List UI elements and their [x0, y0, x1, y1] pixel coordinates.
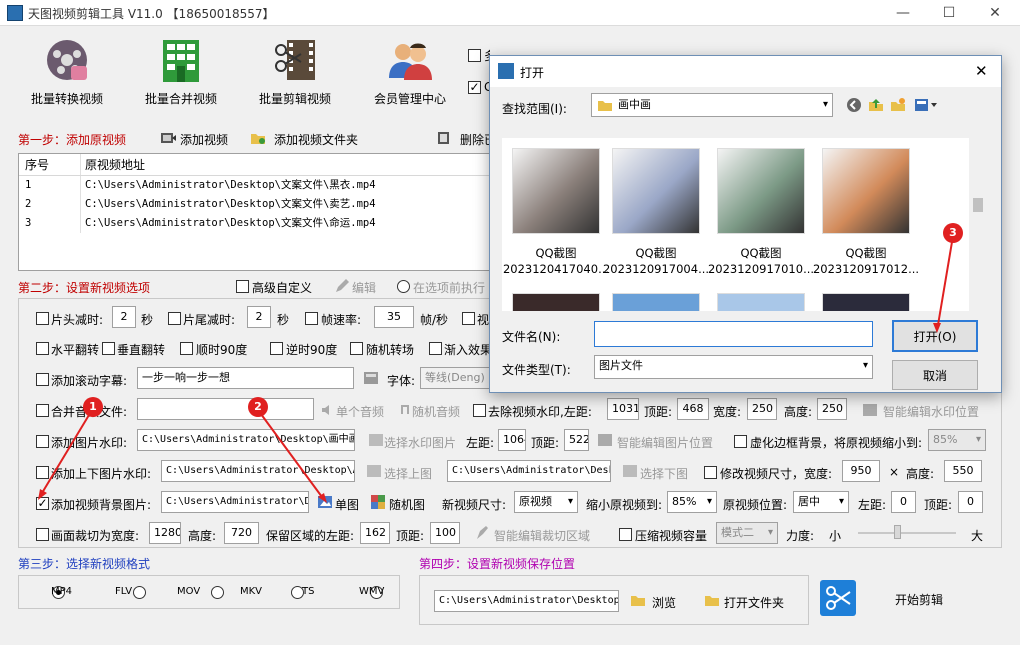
annotation-badge-2: 2: [248, 397, 268, 417]
annotation-arrows: [38, 235, 954, 503]
annotation-badge-3: 3: [943, 223, 963, 243]
annotation-badge-1: 1: [83, 397, 103, 417]
